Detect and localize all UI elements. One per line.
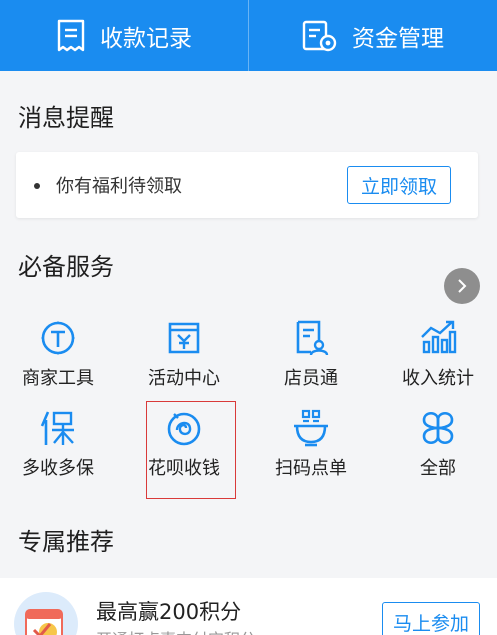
services-section-title: 必备服务	[18, 253, 114, 281]
join-now-button[interactable]: 马上参加	[382, 602, 480, 635]
service-label: 商家工具	[22, 368, 94, 389]
service-label: 收入统计	[402, 368, 474, 389]
activity-center-icon	[168, 322, 200, 354]
service-label: 多收多保	[22, 458, 94, 479]
more-services-button[interactable]	[444, 268, 480, 304]
service-insurance[interactable]: 多收多保	[8, 408, 108, 480]
fund-management-label: 资金管理	[352, 25, 444, 52]
insurance-icon	[40, 411, 74, 445]
service-staff[interactable]: 店员通	[261, 318, 361, 390]
fund-management-button[interactable]: 资金管理	[249, 0, 497, 71]
merchant-tools-icon	[41, 321, 75, 355]
service-all[interactable]: 全部	[388, 408, 488, 480]
claim-now-button[interactable]: 立即领取	[347, 166, 451, 204]
messages-section-title: 消息提醒	[18, 104, 114, 132]
service-activity-center[interactable]: 活动中心	[134, 318, 234, 390]
recommend-card-subtitle: 开通打点喜支付宝积分	[96, 626, 256, 635]
collection-records-label: 收款记录	[100, 25, 192, 52]
calendar-avatar-icon	[14, 592, 78, 635]
service-label: 活动中心	[148, 368, 220, 389]
fund-settings-icon	[302, 20, 337, 51]
message-card: 你有福利待领取 立即领取	[16, 152, 478, 218]
highlight-box	[146, 401, 236, 499]
top-header-bar: 收款记录 资金管理	[0, 0, 497, 71]
bullet-dot	[34, 183, 40, 189]
recommend-card-title: 最高赢200积分	[96, 600, 242, 624]
scan-order-icon	[294, 409, 328, 447]
service-label: 扫码点单	[275, 458, 347, 479]
all-apps-icon	[422, 411, 454, 445]
recommend-card[interactable]: 最高赢200积分 开通打点喜支付宝积分 马上参加	[0, 578, 497, 635]
staff-icon	[296, 320, 329, 356]
chevron-right-icon	[458, 279, 467, 293]
recommend-section-title: 专属推荐	[18, 528, 114, 556]
service-merchant-tools[interactable]: 商家工具	[8, 318, 108, 390]
service-income-stats[interactable]: 收入统计	[388, 318, 488, 390]
service-label: 店员通	[284, 368, 338, 389]
receipt-icon	[57, 19, 85, 51]
message-text: 你有福利待领取	[56, 176, 182, 197]
service-label: 全部	[420, 458, 456, 479]
income-stats-icon	[421, 320, 457, 354]
collection-records-button[interactable]: 收款记录	[0, 0, 248, 71]
service-scan-order[interactable]: 扫码点单	[261, 408, 361, 480]
